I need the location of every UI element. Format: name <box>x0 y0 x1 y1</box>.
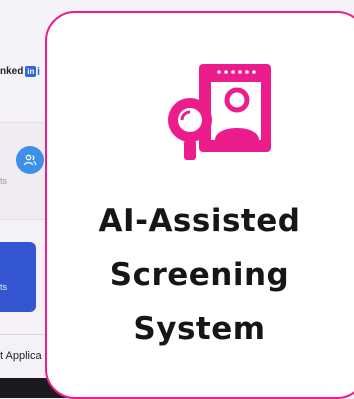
feature-title-line-1: AI-Assisted <box>98 203 301 239</box>
feature-title-line-3: System <box>133 311 266 347</box>
applications-heading: t Applica <box>0 350 42 362</box>
feature-title-line-2: Screening <box>109 257 290 293</box>
info-icon[interactable]: i <box>37 66 40 78</box>
linkedin-link[interactable]: nked in <box>0 66 37 77</box>
highlight-card-caption: ts <box>0 282 8 292</box>
linkedin-icon: in <box>25 66 37 77</box>
users-icon <box>16 146 44 174</box>
highlight-card[interactable] <box>0 242 36 312</box>
feature-title: AI-Assisted Screening System <box>45 194 354 356</box>
candidate-profile-search-icon <box>168 64 271 160</box>
linkedin-text: nked <box>0 66 24 77</box>
stats-card-caption: ts <box>0 176 8 186</box>
